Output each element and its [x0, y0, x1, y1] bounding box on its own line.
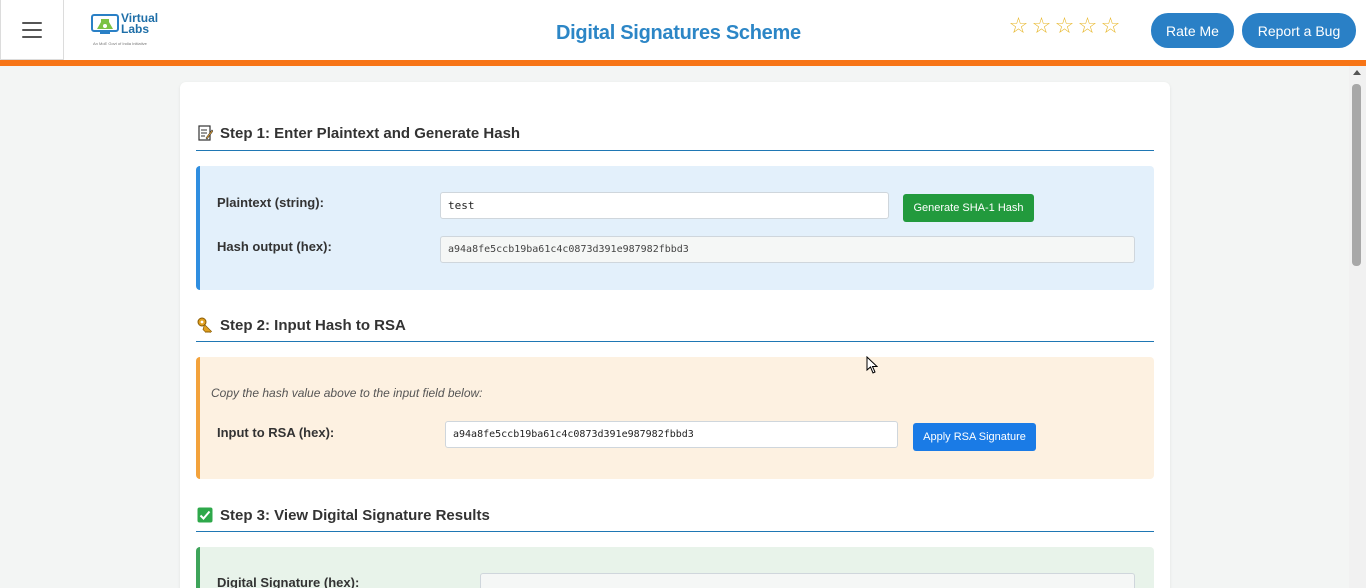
step3-divider — [196, 531, 1154, 532]
apply-rsa-button[interactable]: Apply RSA Signature — [913, 423, 1036, 451]
step2-title: Step 2: Input Hash to RSA — [220, 316, 406, 334]
menu-bar-icon — [22, 21, 42, 24]
star-icon[interactable]: ☆ — [1077, 15, 1098, 37]
star-icon[interactable]: ☆ — [1100, 15, 1121, 37]
rate-me-button[interactable]: Rate Me — [1151, 13, 1234, 48]
logo-text: Virtual Labs — [121, 11, 159, 36]
step1-heading: Step 1: Enter Plaintext and Generate Has… — [196, 123, 1154, 143]
signature-label: Digital Signature (hex): — [217, 575, 360, 588]
menu-bar-icon — [22, 35, 42, 38]
generate-hash-button[interactable]: Generate SHA-1 Hash — [903, 194, 1034, 222]
step3-heading: Step 3: View Digital Signature Results — [196, 505, 1154, 525]
check-icon — [196, 506, 214, 524]
copy-hash-note: Copy the hash value above to the input f… — [211, 386, 483, 400]
scroll-thumb[interactable] — [1352, 84, 1361, 266]
rsa-input-label: Input to RSA (hex): — [217, 425, 335, 440]
step2-divider — [196, 341, 1154, 342]
header-accent-line — [0, 60, 1366, 66]
step1-title: Step 1: Enter Plaintext and Generate Has… — [220, 124, 521, 142]
mouse-cursor-icon — [866, 356, 878, 374]
step1-divider — [196, 150, 1154, 151]
key-icon — [196, 316, 214, 334]
logo-subtitle: An MoE Govt of India Initiative — [93, 41, 147, 46]
virtual-labs-logo[interactable]: Virtual Labs An MoE Govt of India Initia… — [88, 11, 162, 49]
hash-output-field[interactable]: a94a8fe5ccb19ba61c4c0873d391e987982fbbd3 — [440, 236, 1135, 263]
step2-heading: Step 2: Input Hash to RSA — [196, 315, 1154, 335]
signature-output-field[interactable] — [480, 573, 1135, 588]
star-icon[interactable]: ☆ — [1008, 15, 1029, 37]
step3-title: Step 3: View Digital Signature Results — [220, 506, 490, 524]
step2-panel — [196, 357, 1154, 479]
logo-flask-icon — [91, 14, 119, 34]
hamburger-menu-button[interactable] — [0, 0, 64, 60]
menu-bar-icon — [22, 28, 42, 31]
star-icon[interactable]: ☆ — [1054, 15, 1075, 37]
rsa-input-field[interactable]: a94a8fe5ccb19ba61c4c0873d391e987982fbbd3 — [445, 421, 898, 448]
memo-icon — [196, 124, 214, 142]
plaintext-label: Plaintext (string): — [217, 195, 324, 210]
step1-panel — [196, 166, 1154, 290]
page-title: Digital Signatures Scheme — [556, 22, 801, 44]
star-icon[interactable]: ☆ — [1031, 15, 1052, 37]
scroll-up-arrow-icon[interactable] — [1353, 70, 1361, 75]
page-scrollbar[interactable] — [1349, 66, 1366, 588]
plaintext-input[interactable]: test — [440, 192, 889, 219]
hash-output-label: Hash output (hex): — [217, 239, 332, 254]
top-header: Virtual Labs An MoE Govt of India Initia… — [0, 0, 1366, 61]
report-bug-button[interactable]: Report a Bug — [1242, 13, 1356, 48]
rating-stars: ☆ ☆ ☆ ☆ ☆ — [1008, 15, 1121, 37]
